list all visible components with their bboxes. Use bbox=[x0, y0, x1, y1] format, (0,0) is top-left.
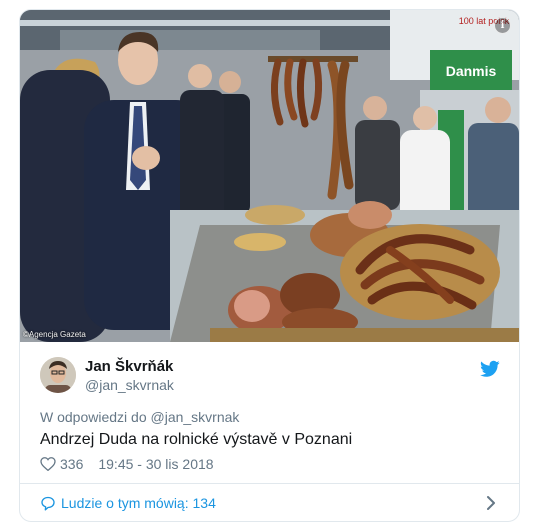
danmis-sign-text: Danmis bbox=[446, 63, 497, 79]
author-name[interactable]: Jan Škvrňák bbox=[85, 358, 173, 375]
tweet-author[interactable]: Jan Škvrňák @jan_skvrnak bbox=[40, 357, 500, 397]
heart-icon[interactable] bbox=[40, 457, 56, 471]
tweet-timestamp[interactable]: 19:45 - 30 lis 2018 bbox=[98, 456, 213, 472]
tweet-card[interactable]: Danmis 100 lat polsk i ©Agencja Gazeta J… bbox=[19, 9, 520, 522]
tweet-photo[interactable]: Danmis 100 lat polsk i ©Agencja Gazeta bbox=[20, 10, 519, 342]
avatar[interactable] bbox=[40, 357, 76, 393]
chevron-right-icon[interactable] bbox=[486, 495, 496, 511]
avatar-image bbox=[40, 357, 76, 393]
photo-credit: ©Agencja Gazeta bbox=[23, 330, 86, 339]
info-icon[interactable]: i bbox=[494, 17, 511, 34]
photo-illustration: Danmis 100 lat polsk bbox=[20, 10, 519, 342]
twitter-bird-icon[interactable] bbox=[480, 360, 500, 378]
people-talking-link[interactable]: Ludzie o tym mówią: 134 bbox=[61, 495, 216, 511]
reply-to-text: W odpowiedzi do @jan_skvrnak bbox=[40, 409, 240, 425]
speech-bubble-icon bbox=[41, 496, 55, 511]
author-handle[interactable]: @jan_skvrnak bbox=[85, 377, 174, 393]
like-count[interactable]: 336 bbox=[60, 456, 83, 472]
tweet-meta: 336 19:45 - 30 lis 2018 bbox=[40, 456, 214, 472]
conversation-footer[interactable]: Ludzie o tym mówią: 134 bbox=[20, 484, 519, 521]
tweet-text: Andrzej Duda na rolnické výstavě v Pozna… bbox=[40, 431, 353, 448]
